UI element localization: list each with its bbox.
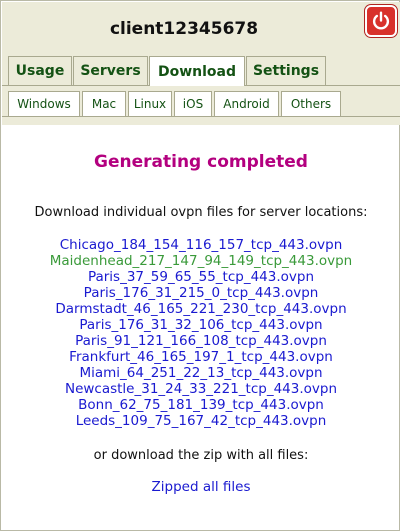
file-link-miami[interactable]: Miami_64_251_22_13_tcp_443.ovpn [1,365,400,381]
subtab-label: Mac [91,97,117,111]
file-link-chicago[interactable]: Chicago_184_154_116_157_tcp_443.ovpn [1,237,400,253]
subtab-label: Windows [17,97,71,111]
subtab-windows[interactable]: Windows [8,91,80,116]
file-link-bonn[interactable]: Bonn_62_75_181_139_tcp_443.ovpn [1,397,400,413]
subtab-mac[interactable]: Mac [82,91,126,116]
zip-download-link[interactable]: Zipped all files [152,479,251,495]
tab-download[interactable]: Download [149,56,245,86]
subtab-android[interactable]: Android [214,91,279,116]
tab-label: Servers [80,63,141,79]
tab-label: Settings [252,63,320,79]
subtab-linux[interactable]: Linux [128,91,172,116]
subtab-divider [2,116,400,117]
file-link-maidenhead[interactable]: Maidenhead_217_147_94_149_tcp_443.ovpn [1,253,400,269]
subtab-label: Others [290,97,332,111]
file-link-paris-1[interactable]: Paris_37_59_65_55_tcp_443.ovpn [1,269,400,285]
file-link-paris-2[interactable]: Paris_176_31_215_0_tcp_443.ovpn [1,285,400,301]
subtab-label: Android [223,97,270,111]
file-link-leeds[interactable]: Leeds_109_75_167_42_tcp_443.ovpn [1,413,400,429]
download-content: Generating completed Download individual… [1,125,400,495]
subtab-others[interactable]: Others [281,91,341,116]
tab-usage[interactable]: Usage [8,56,72,85]
subtab-ios[interactable]: iOS [174,91,212,116]
status-message: Generating completed [94,152,308,172]
file-link-darmstadt[interactable]: Darmstadt_46_165_221_230_tcp_443.ovpn [1,301,400,317]
file-link-frankfurt[interactable]: Frankfurt_46_165_197_1_tcp_443.ovpn [1,349,400,365]
zip-instructions: or download the zip with all files: [93,448,309,463]
logout-button[interactable] [365,5,397,37]
app-frame: client12345678 Usage Servers Download Se… [0,0,400,531]
instructions-text: Download individual ovpn files for serve… [34,205,368,220]
subtab-label: iOS [182,97,204,111]
file-link-paris-3[interactable]: Paris_176_31_32_106_tcp_443.ovpn [1,317,400,333]
file-link-newcastle[interactable]: Newcastle_31_24_33_221_tcp_443.ovpn [1,381,400,397]
file-list: Chicago_184_154_116_157_tcp_443.ovpn Mai… [1,237,400,429]
power-icon [372,11,390,30]
file-link-paris-4[interactable]: Paris_91_121_166_108_tcp_443.ovpn [1,333,400,349]
platform-tabs: Windows Mac Linux iOS Android Others [8,91,343,116]
tab-settings[interactable]: Settings [246,56,326,85]
tab-label: Download [157,63,237,80]
tab-servers[interactable]: Servers [73,56,148,85]
tab-label: Usage [15,63,65,79]
subtab-label: Linux [133,97,167,111]
main-tabs: Usage Servers Download Settings [8,56,327,86]
client-id-title: client12345678 [109,19,259,39]
